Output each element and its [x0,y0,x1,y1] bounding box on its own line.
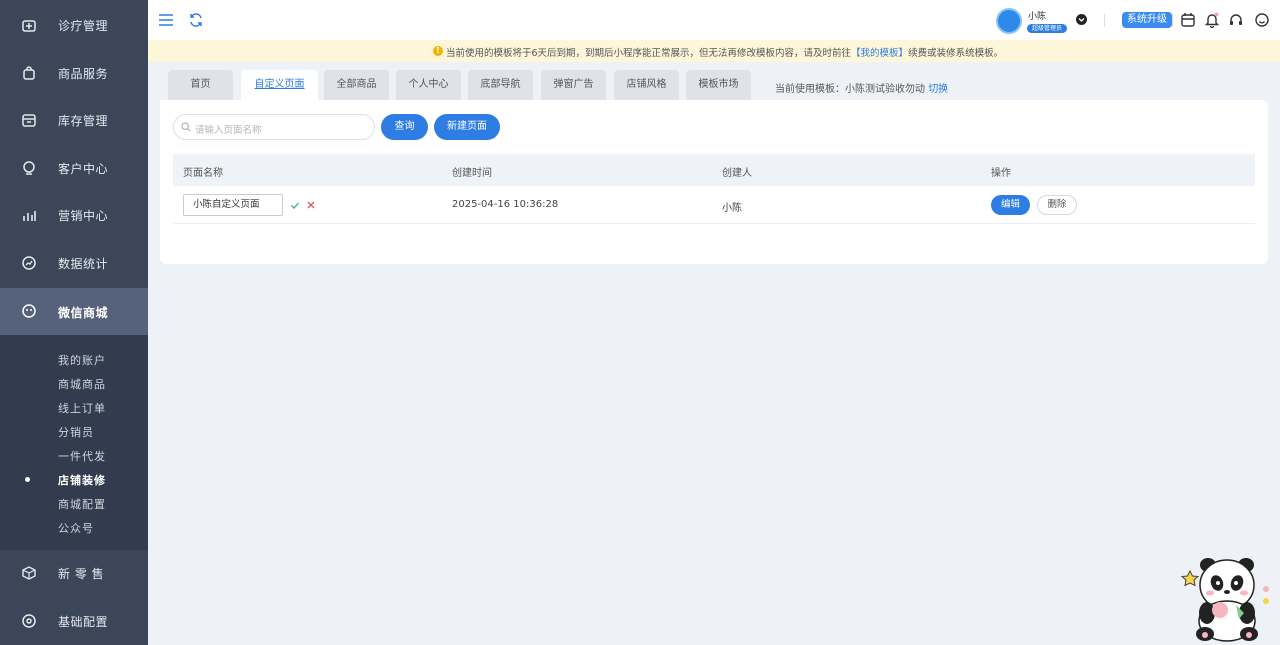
edit-button[interactable]: 编辑 [991,195,1030,215]
user-dropdown-icon[interactable] [1076,14,1087,25]
statistics-icon [22,256,36,270]
new-page-button[interactable]: 新建页面 [434,114,500,140]
sidebar-item-label: 基础配置 [58,615,109,629]
submenu-dropshipping[interactable]: 一件代发 [58,448,106,464]
notice-text: 当前使用的模板将于6天后到期，到期后小程序能正常展示，但无法再修改模板内容，请及… [446,48,1004,59]
refresh-icon[interactable] [188,12,204,28]
tab-home[interactable]: 首页 [168,70,233,100]
sidebar-item-label: 库存管理 [58,114,109,128]
sidebar-item-new-retail[interactable]: 新 零 售 [0,553,148,593]
sidebar-item-clinic[interactable]: 诊疗管理 [0,5,148,45]
system-upgrade-button[interactable]: 系统升级 [1122,12,1172,28]
inventory-icon [22,114,36,127]
sidebar-item-wechat-mall[interactable]: 微信商城 [0,288,148,335]
my-template-link[interactable]: 【我的模板】 [851,48,908,59]
sidebar-item-goods[interactable]: 商品服务 [0,53,148,93]
submenu-official-account[interactable]: 公众号 [58,520,94,536]
submenu-distributors[interactable]: 分销员 [58,424,94,440]
customer-icon [23,161,35,175]
table-header: 页面名称 创建时间 创建人 操作 [173,154,1255,186]
header-divider [1104,14,1105,27]
sidebar-item-inventory[interactable]: 库存管理 [0,100,148,140]
header-divider [1172,14,1173,27]
top-header [148,0,1280,40]
sidebar-item-label: 新 零 售 [58,567,105,581]
search-input[interactable]: 请输入页面名称 [173,114,375,140]
tab-template-market[interactable]: 模板市场 [686,70,751,100]
current-template-info: 当前使用模板：小陈测试验收勿动 切换 [775,84,949,95]
expiry-notice-bar: ! 当前使用的模板将于6天后到期，到期后小程序能正常展示，但无法再修改模板内容，… [148,40,1280,62]
tab-bottom-nav[interactable]: 底部导航 [468,70,533,100]
search-icon [181,122,191,132]
settings-icon [22,614,36,628]
sidebar-item-label: 微信商城 [58,306,109,320]
column-created-time: 创建时间 [452,168,492,179]
sidebar-item-label: 营销中心 [58,209,109,223]
tab-custom-page[interactable]: 自定义页面 [241,70,318,100]
sidebar-item-customer[interactable]: 客户中心 [0,148,148,188]
sidebar: 诊疗管理 商品服务 库存管理 客户中心 营销中心 数据统计 微信商城 我的账户 … [0,0,148,645]
user-role-badge: 超级管理员 [1027,24,1068,33]
created-time-cell: 2025-04-16 10:36:28 [452,199,559,210]
table-row [173,186,1255,224]
sidebar-item-marketing[interactable]: 营销中心 [0,195,148,235]
shopping-bag-icon [23,66,35,80]
warning-icon: ! [433,46,443,56]
sidebar-item-label: 诊疗管理 [58,19,109,33]
calendar-icon[interactable] [1180,12,1196,28]
column-page-name: 页面名称 [183,168,223,179]
switch-template-link[interactable]: 切换 [928,84,948,95]
headset-icon[interactable] [1228,12,1244,28]
sidebar-item-label: 商品服务 [58,67,109,81]
sidebar-item-settings[interactable]: 基础配置 [0,601,148,641]
search-placeholder: 请输入页面名称 [195,125,262,136]
bell-icon[interactable] [1204,12,1220,28]
tab-popup-ads[interactable]: 弹窗广告 [541,70,606,100]
delete-button[interactable]: 删除 [1037,195,1077,215]
panda-mascot-icon[interactable] [1178,555,1278,643]
creator-cell: 小陈 [722,203,742,214]
new-retail-icon [22,566,36,580]
tab-store-style[interactable]: 店铺风格 [614,70,679,100]
chat-icon[interactable] [1254,12,1270,28]
tab-all-goods[interactable]: 全部商品 [324,70,389,100]
sidebar-item-label: 客户中心 [58,162,109,176]
submenu-online-orders[interactable]: 线上订单 [58,400,106,416]
tab-personal-center[interactable]: 个人中心 [396,70,461,100]
avatar[interactable] [996,8,1022,34]
confirm-check-icon[interactable] [290,200,300,210]
column-creator: 创建人 [722,168,752,179]
sidebar-item-label: 数据统计 [58,257,109,271]
submenu-mall-goods[interactable]: 商城商品 [58,376,106,392]
page-name-edit-field[interactable]: 小陈自定义页面 [183,194,283,216]
submenu-store-decoration[interactable]: 店铺装修 [58,472,106,488]
clinic-icon [22,20,36,32]
submenu-my-account[interactable]: 我的账户 [58,352,106,368]
query-button[interactable]: 查询 [381,114,428,140]
wechat-mall-icon [22,304,36,318]
marketing-chart-icon [23,211,36,221]
submenu-mall-config[interactable]: 商城配置 [58,496,106,512]
cancel-close-icon[interactable] [306,200,316,210]
column-actions: 操作 [991,168,1011,179]
sidebar-item-statistics[interactable]: 数据统计 [0,243,148,283]
active-dot [25,477,30,482]
menu-icon[interactable] [158,12,174,28]
user-name: 小陈 [1028,12,1047,22]
